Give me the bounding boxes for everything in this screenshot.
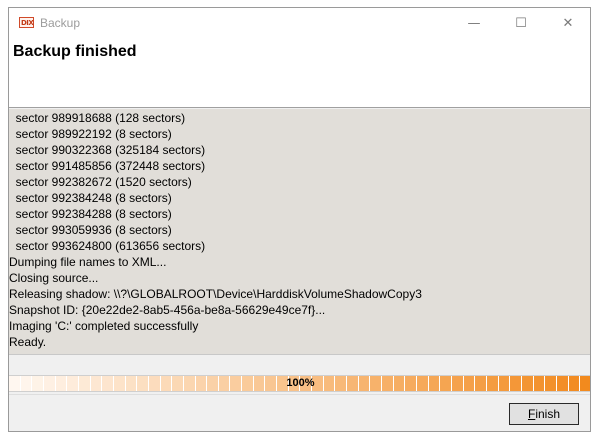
log-line: sector 989918688 (128 sectors): [9, 111, 186, 125]
progress-bar: 100%: [9, 375, 590, 392]
log-line: Ready.: [9, 335, 47, 349]
minimize-button[interactable]: —: [452, 8, 496, 39]
log-line: sector 991485856 (372448 sectors): [9, 159, 206, 173]
log-line: Releasing shadow: \\?\GLOBALROOT\Device\…: [9, 287, 422, 301]
log-line: Dumping file names to XML...: [9, 255, 167, 269]
log-output[interactable]: sector 989918688 (128 sectors) sector 98…: [9, 109, 590, 354]
log-line: sector 990322368 (325184 sectors): [9, 143, 206, 157]
log-line: Closing source...: [9, 271, 99, 285]
header-panel: Backup finished: [9, 39, 590, 108]
log-line: sector 989922192 (8 sectors): [9, 127, 172, 141]
finish-button[interactable]: Finish: [509, 403, 579, 425]
finish-button-label: inish: [535, 407, 561, 421]
maximize-button[interactable]: ☐: [499, 8, 543, 39]
close-button[interactable]: ✕: [546, 8, 590, 39]
divider: [9, 394, 590, 395]
progress-label: 100%: [286, 377, 315, 389]
log-line: Imaging 'C:' completed successfully: [9, 319, 199, 333]
close-icon: ✕: [562, 16, 574, 31]
log-line: sector 992382672 (1520 sectors): [9, 175, 192, 189]
backup-window: DIX Backup — ☐ ✕ Backup finished sector …: [8, 7, 591, 432]
log-line: sector 993059936 (8 sectors): [9, 223, 172, 237]
page-title: Backup finished: [13, 43, 137, 60]
log-line: sector 993624800 (613656 sectors): [9, 239, 206, 253]
title-bar[interactable]: DIX Backup — ☐ ✕: [9, 8, 590, 39]
window-title: Backup: [40, 16, 81, 30]
app-icon: DIX: [19, 17, 34, 28]
log-line: sector 992384248 (8 sectors): [9, 191, 172, 205]
log-line: sector 992384288 (8 sectors): [9, 207, 172, 221]
maximize-icon: ☐: [515, 16, 527, 31]
log-line: Snapshot ID: {20e22de2-8ab5-456a-be8a-56…: [9, 303, 326, 317]
divider: [9, 354, 590, 355]
minimize-icon: —: [467, 16, 481, 31]
